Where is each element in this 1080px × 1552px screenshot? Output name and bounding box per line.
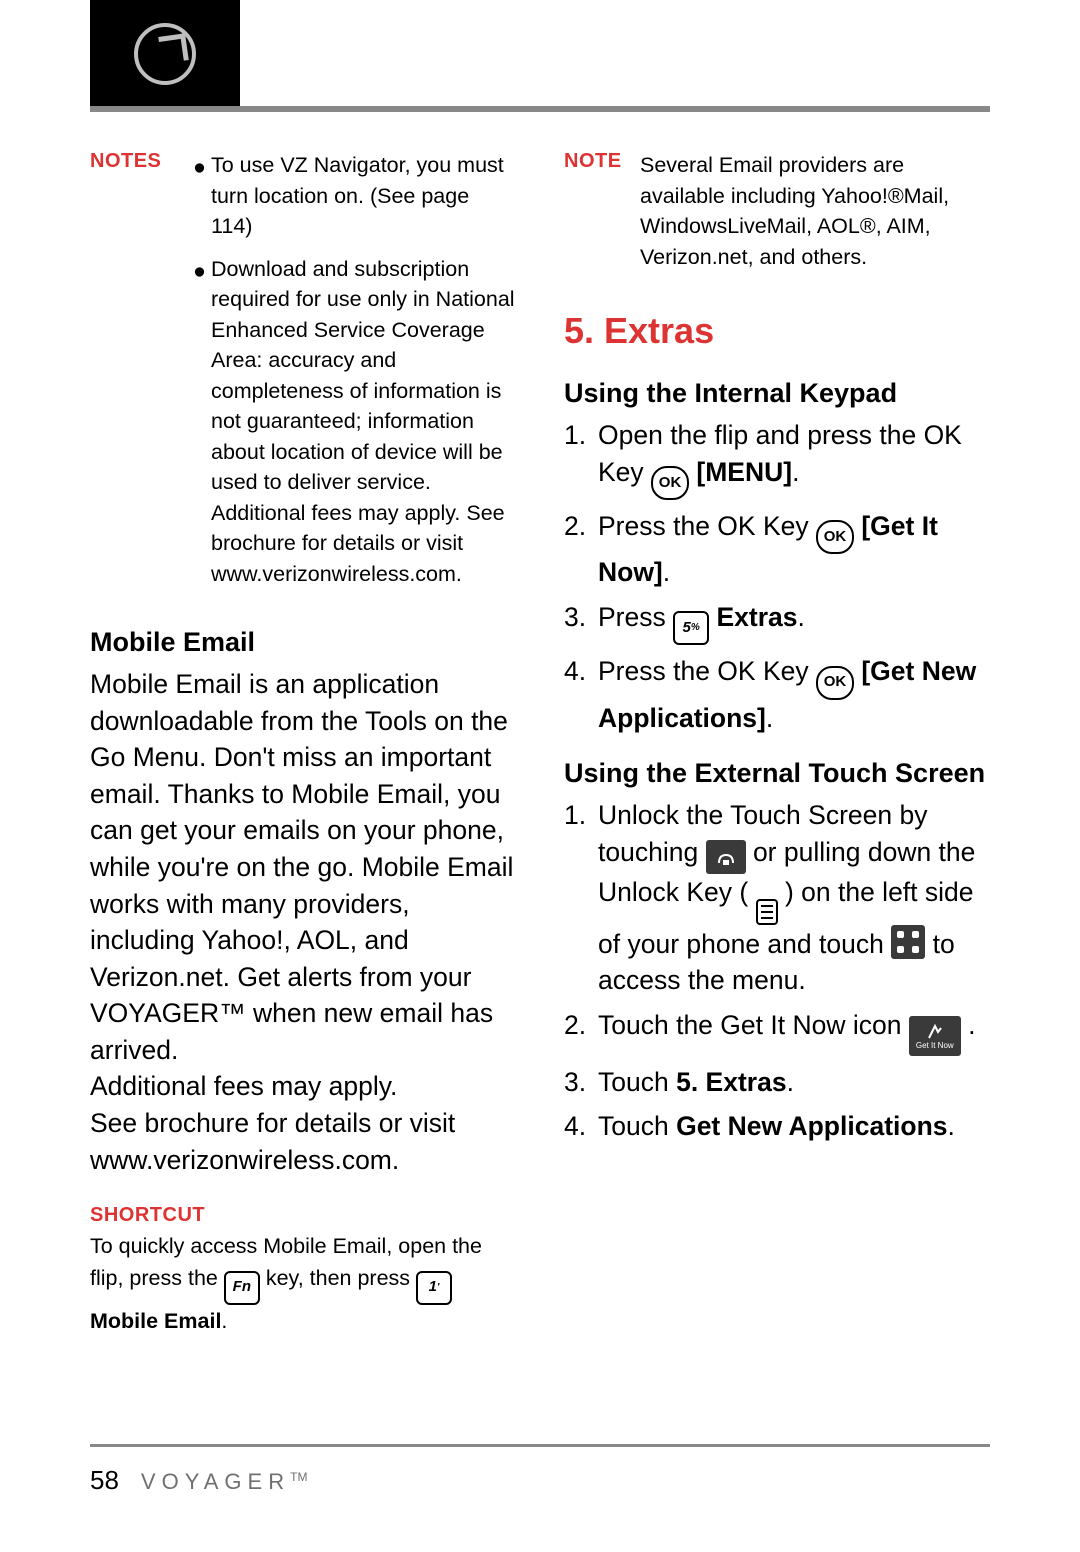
keypad-steps: Open the flip and press the OK Key OK [M… bbox=[564, 417, 990, 736]
unlock-key-icon bbox=[756, 899, 778, 925]
step-item: Unlock the Touch Screen by touching or p… bbox=[564, 797, 990, 999]
step-item: Touch the Get It Now icon Get It Now . bbox=[564, 1007, 990, 1056]
notes-block: NOTES ● To use VZ Navigator, you must tu… bbox=[90, 150, 516, 601]
note-block: NOTE Several Email providers are availab… bbox=[564, 150, 990, 272]
note-label: NOTE bbox=[564, 150, 622, 172]
notes-label: NOTES bbox=[90, 150, 161, 172]
get-it-now-icon: Get It Now bbox=[909, 1016, 961, 1056]
notes-text: Download and subscription required for u… bbox=[211, 254, 516, 590]
mobile-email-heading: Mobile Email bbox=[90, 627, 516, 658]
step-item: Press the OK Key OK [Get New Application… bbox=[564, 653, 990, 736]
unlock-touch-icon bbox=[706, 840, 746, 874]
right-column: NOTE Several Email providers are availab… bbox=[564, 150, 990, 1337]
fn-key-icon: Fn bbox=[224, 1271, 260, 1305]
notes-text: To use VZ Navigator, you must turn locat… bbox=[211, 150, 516, 242]
five-key-icon: 5% bbox=[673, 611, 709, 645]
note-text: Several Email providers are available in… bbox=[640, 150, 990, 272]
notes-item: ● Download and subscription required for… bbox=[193, 254, 516, 590]
ok-key-icon: OK bbox=[816, 666, 854, 700]
step-item: Open the flip and press the OK Key OK [M… bbox=[564, 417, 990, 500]
arrow-circle-icon bbox=[134, 23, 196, 85]
touchscreen-heading: Using the External Touch Screen bbox=[564, 758, 990, 789]
touchscreen-steps: Unlock the Touch Screen by touching or p… bbox=[564, 797, 990, 1145]
page-footer: 58 VOYAGERTM bbox=[90, 1465, 307, 1496]
keypad-heading: Using the Internal Keypad bbox=[564, 378, 990, 409]
shortcut-text: To quickly access Mobile Email, open the… bbox=[90, 1230, 516, 1337]
step-item: Touch Get New Applications. bbox=[564, 1108, 990, 1145]
one-key-icon: 1' bbox=[416, 1271, 452, 1305]
step-item: Press 5% Extras. bbox=[564, 599, 990, 645]
bottom-divider bbox=[90, 1444, 990, 1447]
ok-key-icon: OK bbox=[816, 520, 854, 554]
shortcut-block: SHORTCUT To quickly access Mobile Email,… bbox=[90, 1200, 516, 1337]
page-number: 58 bbox=[90, 1465, 119, 1496]
step-item: Press the OK Key OK [Get It Now]. bbox=[564, 508, 990, 591]
extras-heading: 5. Extras bbox=[564, 310, 990, 352]
notes-item: ● To use VZ Navigator, you must turn loc… bbox=[193, 150, 516, 242]
step-item: Touch 5. Extras. bbox=[564, 1064, 990, 1101]
ok-key-icon: OK bbox=[651, 466, 689, 500]
mobile-email-body: Mobile Email is an application downloada… bbox=[90, 666, 516, 1178]
left-column: NOTES ● To use VZ Navigator, you must tu… bbox=[90, 150, 516, 1337]
shortcut-label: SHORTCUT bbox=[90, 1200, 516, 1230]
brand-logo: VOYAGERTM bbox=[141, 1469, 308, 1495]
menu-grid-icon bbox=[891, 925, 925, 959]
section-icon-badge bbox=[90, 0, 240, 108]
top-divider bbox=[90, 106, 990, 112]
